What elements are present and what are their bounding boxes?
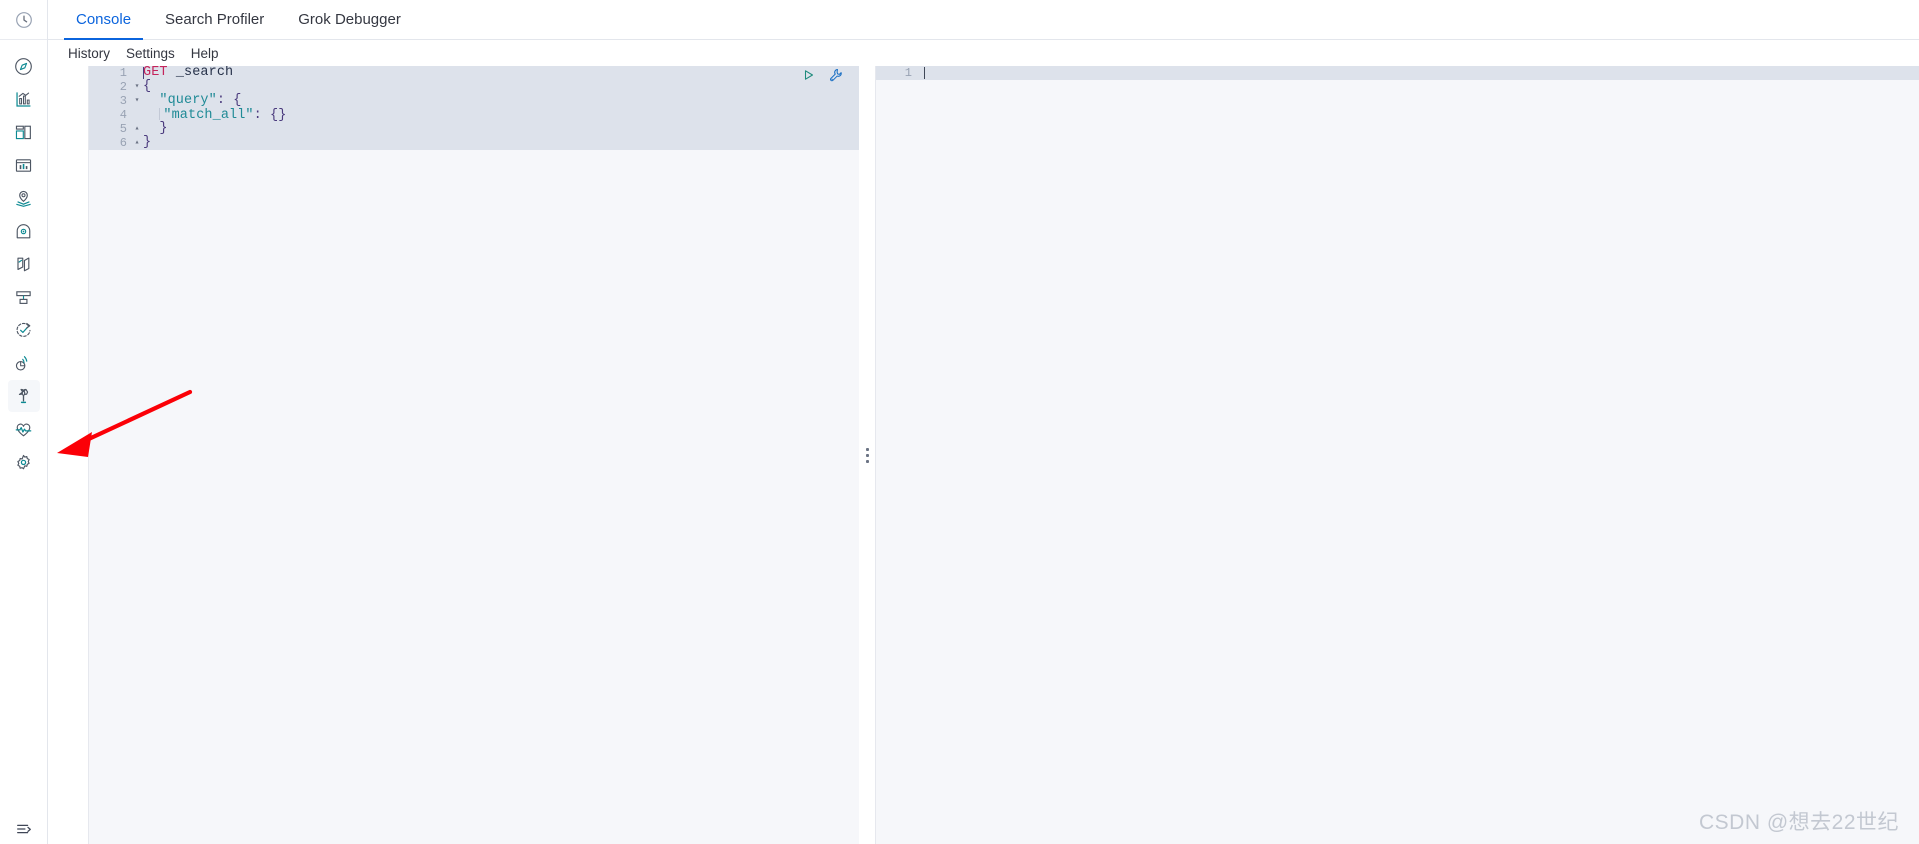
machine-learning-icon — [14, 222, 33, 241]
token-brace: } — [143, 135, 152, 150]
request-editor-pane[interactable]: 1 GET _search 2 ▾ { 3 ▾ "query": {4 "ma… — [88, 66, 859, 844]
token-brace: { — [233, 93, 242, 108]
tab-grok-debugger[interactable]: Grok Debugger — [286, 0, 413, 39]
console-split-container: 1 GET _search 2 ▾ { 3 ▾ "query": {4 "ma… — [48, 66, 1919, 844]
maps-icon — [14, 189, 33, 208]
code-line-text: GET _search — [143, 66, 859, 80]
fold-toggle[interactable]: ▾ — [131, 80, 143, 94]
code-line[interactable]: 4 "match_all": {} — [89, 107, 859, 123]
sidebar-item-dashboard[interactable] — [8, 83, 40, 115]
line-number: 3 — [119, 94, 127, 108]
collapse-navigation-icon — [15, 820, 33, 838]
main-content: Console Search Profiler Grok Debugger Hi… — [48, 0, 1919, 844]
token-key: "query" — [159, 93, 217, 108]
text-caret — [143, 67, 144, 79]
discover-icon — [14, 57, 33, 76]
token-method: GET — [143, 66, 168, 80]
token-brace: } — [159, 121, 168, 136]
line-number: 4 — [119, 108, 127, 122]
recently-viewed-icon — [15, 11, 33, 29]
uptime-icon — [14, 321, 33, 340]
output-line-number: 1 — [876, 66, 918, 80]
sidebar-item-dev-tools[interactable] — [7, 380, 40, 412]
output-line: 1 — [876, 66, 1919, 80]
response-output-pane[interactable]: 1 — [875, 66, 1919, 844]
tab-search-profiler[interactable]: Search Profiler — [153, 0, 276, 39]
token-url: _search — [175, 66, 234, 80]
tab-search-profiler-label: Search Profiler — [165, 11, 265, 28]
send-request-play-icon[interactable] — [801, 67, 817, 83]
token-brace: {} — [270, 107, 287, 123]
token-brace: { — [143, 79, 152, 94]
collapse-navigation-button[interactable] — [0, 820, 47, 838]
fold-toggle[interactable]: ▴ — [131, 122, 143, 136]
tab-grok-debugger-label: Grok Debugger — [298, 11, 401, 28]
sidebar-item-machine-learning[interactable] — [8, 215, 40, 247]
code-line-text: } — [143, 122, 859, 136]
resize-grip-dots-icon — [865, 447, 869, 463]
kibana-dev-tools-app: Console Search Profiler Grok Debugger Hi… — [0, 0, 1919, 844]
request-editor[interactable]: 1 GET _search 2 ▾ { 3 ▾ "query": {4 "ma… — [89, 66, 859, 844]
response-editor[interactable]: 1 — [876, 66, 1919, 80]
code-line[interactable]: 2 ▾ { — [89, 80, 859, 94]
sidebar-item-graph[interactable] — [8, 248, 40, 280]
management-gear-icon — [14, 453, 33, 472]
submenu-settings[interactable]: Settings — [118, 46, 183, 61]
code-line-text: "match_all": {} — [143, 107, 859, 123]
apm-icon — [14, 354, 33, 373]
sidebar-item-apm[interactable] — [8, 347, 40, 379]
canvas-icon — [14, 123, 33, 142]
nav-icon-list — [0, 40, 47, 479]
output-caret — [924, 67, 925, 79]
sidebar-item-uptime[interactable] — [8, 314, 40, 346]
graph-icon — [14, 255, 33, 274]
infrastructure-icon — [14, 288, 33, 307]
recently-viewed-button[interactable] — [0, 0, 47, 40]
panel-resize-handle[interactable] — [859, 66, 875, 844]
token-punct: : — [216, 93, 234, 108]
sidebar-item-infrastructure[interactable] — [8, 281, 40, 313]
fold-toggle[interactable]: ▴ — [131, 136, 143, 150]
sidebar-item-visualize[interactable] — [8, 149, 40, 181]
primary-navigation-rail — [0, 0, 48, 844]
dev-tools-wrench-icon — [14, 387, 33, 406]
console-submenu: History Settings Help — [48, 40, 1919, 66]
tab-console-label: Console — [76, 11, 132, 28]
line-number: 6 — [119, 136, 127, 150]
submenu-help[interactable]: Help — [183, 46, 227, 61]
indent-guide — [159, 107, 161, 120]
line-number: 5 — [119, 122, 127, 136]
code-lines: 1 GET _search 2 ▾ { 3 ▾ "query": {4 "ma… — [89, 66, 859, 150]
code-line[interactable]: 1 GET _search — [89, 66, 859, 80]
code-line[interactable]: 5 ▴ } — [89, 122, 859, 136]
tab-console[interactable]: Console — [64, 0, 144, 40]
dashboard-icon — [14, 90, 33, 109]
csdn-watermark: CSDN @想去22世纪 — [1698, 811, 1899, 834]
wrench-context-menu-icon[interactable] — [827, 67, 843, 83]
line-number: 2 — [119, 80, 127, 94]
sidebar-item-discover[interactable] — [8, 50, 40, 82]
submenu-history[interactable]: History — [60, 46, 118, 61]
fold-toggle[interactable]: ▾ — [131, 94, 143, 108]
dev-tools-tabbar: Console Search Profiler Grok Debugger — [48, 0, 1919, 40]
stack-monitoring-icon — [14, 420, 33, 439]
sidebar-item-canvas[interactable] — [8, 116, 40, 148]
line-number: 1 — [119, 66, 127, 80]
visualize-icon — [14, 156, 33, 175]
token-punct: : — [253, 107, 271, 123]
sidebar-item-maps[interactable] — [8, 182, 40, 214]
code-line-text: { — [143, 80, 859, 94]
code-line-text: } — [143, 136, 859, 150]
sidebar-item-stack-monitoring[interactable] — [8, 413, 40, 445]
sidebar-item-management[interactable] — [8, 446, 40, 478]
code-line[interactable]: 6 ▴ } — [89, 136, 859, 150]
editor-action-buttons — [801, 67, 843, 83]
code-line-text: "query": { — [143, 94, 859, 108]
token-key: "match_all" — [163, 107, 254, 123]
code-line[interactable]: 3 ▾ "query": { — [89, 94, 859, 108]
